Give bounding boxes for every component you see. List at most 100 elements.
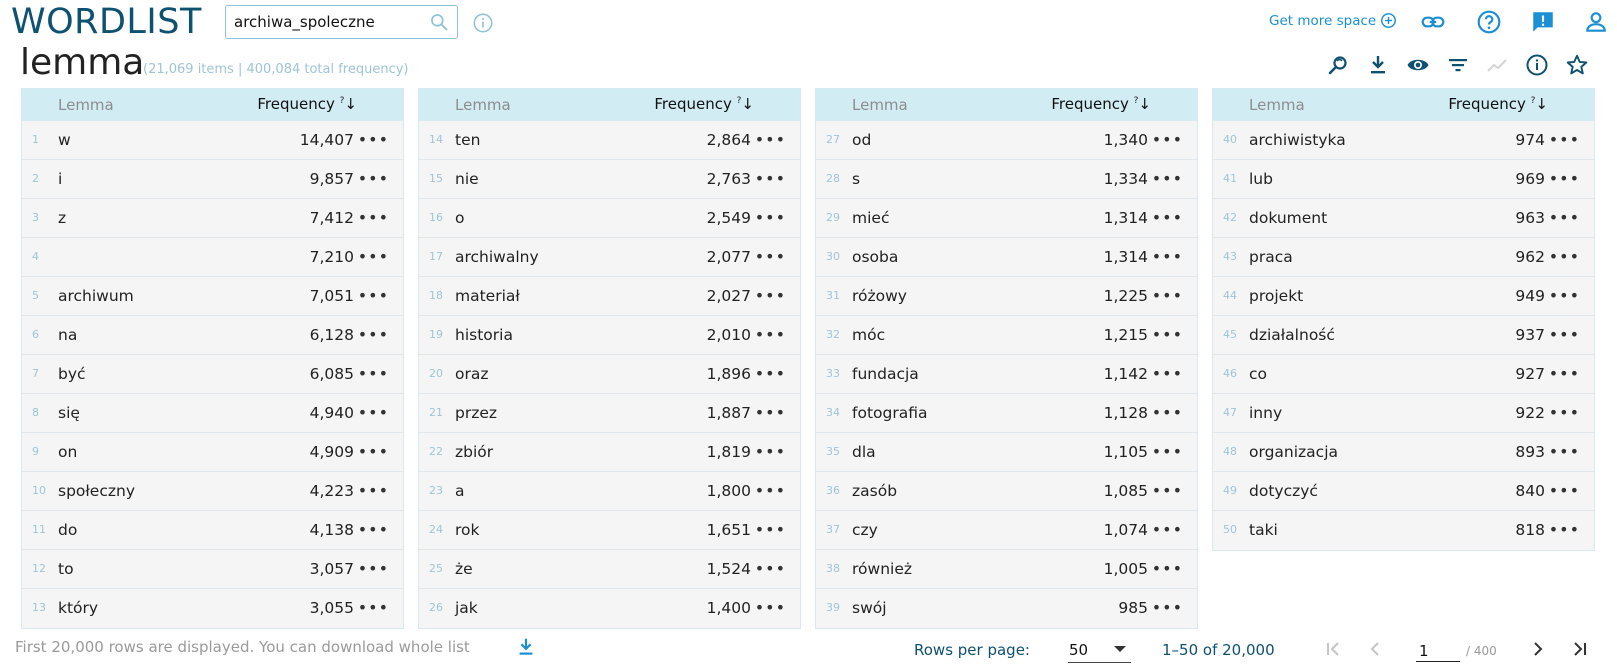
lemma-header[interactable]: Lemma xyxy=(852,96,908,114)
search-box[interactable]: archiwa_spoleczne xyxy=(225,5,458,39)
more-options-icon[interactable]: ••• xyxy=(755,481,786,500)
table-row[interactable]: 27 od 1,340 ••• xyxy=(816,121,1197,160)
lemma-cell[interactable]: z xyxy=(58,209,66,227)
lemma-cell[interactable]: swój xyxy=(852,599,887,617)
table-row[interactable]: 47 inny 922 ••• xyxy=(1213,394,1594,433)
table-row[interactable]: 42 dokument 963 ••• xyxy=(1213,199,1594,238)
table-row[interactable]: 30 osoba 1,314 ••• xyxy=(816,238,1197,277)
sort-desc-icon[interactable]: ↓ xyxy=(344,95,357,113)
more-options-icon[interactable]: ••• xyxy=(1152,403,1183,422)
lemma-cell[interactable]: to xyxy=(58,560,74,578)
lemma-cell[interactable]: inny xyxy=(1249,404,1282,422)
more-options-icon[interactable]: ••• xyxy=(1549,169,1580,188)
table-row[interactable]: 19 historia 2,010 ••• xyxy=(419,316,800,355)
table-row[interactable]: 24 rok 1,651 ••• xyxy=(419,511,800,550)
lemma-cell[interactable]: również xyxy=(852,560,912,578)
frequency-header[interactable]: Frequency ?↓ xyxy=(1448,95,1548,113)
table-row[interactable]: 4 7,210 ••• xyxy=(22,238,403,277)
sort-desc-icon[interactable]: ↓ xyxy=(1138,95,1151,113)
table-row[interactable]: 50 taki 818 ••• xyxy=(1213,511,1594,550)
more-options-icon[interactable]: ••• xyxy=(1549,325,1580,344)
more-options-icon[interactable]: ••• xyxy=(755,169,786,188)
lemma-cell[interactable]: od xyxy=(852,131,871,149)
lemma-cell[interactable]: ten xyxy=(455,131,480,149)
get-more-space-button[interactable]: Get more space xyxy=(1269,12,1397,29)
table-row[interactable]: 44 projekt 949 ••• xyxy=(1213,277,1594,316)
more-options-icon[interactable]: ••• xyxy=(358,481,389,500)
table-row[interactable]: 28 s 1,334 ••• xyxy=(816,160,1197,199)
lemma-cell[interactable]: archiwalny xyxy=(455,248,539,266)
more-options-icon[interactable]: ••• xyxy=(1549,481,1580,500)
table-row[interactable]: 15 nie 2,763 ••• xyxy=(419,160,800,199)
lemma-cell[interactable]: a xyxy=(455,482,465,500)
table-row[interactable]: 35 dla 1,105 ••• xyxy=(816,433,1197,472)
lemma-cell[interactable]: przez xyxy=(455,404,497,422)
more-options-icon[interactable]: ••• xyxy=(358,559,389,578)
table-row[interactable]: 49 dotyczyć 840 ••• xyxy=(1213,472,1594,511)
lemma-cell[interactable]: dotyczyć xyxy=(1249,482,1318,500)
lemma-header[interactable]: Lemma xyxy=(1249,96,1305,114)
more-options-icon[interactable]: ••• xyxy=(1549,286,1580,305)
more-options-icon[interactable]: ••• xyxy=(358,208,389,227)
star-icon[interactable] xyxy=(1565,53,1589,77)
table-row[interactable]: 46 co 927 ••• xyxy=(1213,355,1594,394)
table-row[interactable]: 34 fotografia 1,128 ••• xyxy=(816,394,1197,433)
more-options-icon[interactable]: ••• xyxy=(1152,520,1183,539)
more-options-icon[interactable]: ••• xyxy=(358,403,389,422)
more-options-icon[interactable]: ••• xyxy=(358,286,389,305)
lemma-cell[interactable]: dokument xyxy=(1249,209,1327,227)
lemma-cell[interactable]: który xyxy=(58,599,98,617)
table-row[interactable]: 25 że 1,524 ••• xyxy=(419,550,800,589)
eye-icon[interactable] xyxy=(1406,53,1430,77)
lemma-cell[interactable]: praca xyxy=(1249,248,1293,266)
table-row[interactable]: 11 do 4,138 ••• xyxy=(22,511,403,550)
last-page-icon[interactable] xyxy=(1568,637,1592,661)
more-options-icon[interactable]: ••• xyxy=(755,559,786,578)
info-outline-icon[interactable] xyxy=(1525,53,1549,77)
more-options-icon[interactable]: ••• xyxy=(358,247,389,266)
lemma-cell[interactable]: zbiór xyxy=(455,443,493,461)
more-options-icon[interactable]: ••• xyxy=(755,325,786,344)
app-logo[interactable]: WORDLIST xyxy=(11,2,202,42)
table-row[interactable]: 12 to 3,057 ••• xyxy=(22,550,403,589)
lemma-cell[interactable]: lub xyxy=(1249,170,1273,188)
more-options-icon[interactable]: ••• xyxy=(1152,325,1183,344)
search-input[interactable]: archiwa_spoleczne xyxy=(234,13,375,31)
table-row[interactable]: 29 mieć 1,314 ••• xyxy=(816,199,1197,238)
more-options-icon[interactable]: ••• xyxy=(1549,208,1580,227)
table-row[interactable]: 20 oraz 1,896 ••• xyxy=(419,355,800,394)
lemma-cell[interactable]: archiwistyka xyxy=(1249,131,1346,149)
more-options-icon[interactable]: ••• xyxy=(1152,559,1183,578)
table-row[interactable]: 5 archiwum 7,051 ••• xyxy=(22,277,403,316)
filter-icon[interactable] xyxy=(1446,53,1470,77)
table-row[interactable]: 13 który 3,055 ••• xyxy=(22,589,403,628)
lemma-header[interactable]: Lemma xyxy=(58,96,114,114)
lemma-cell[interactable]: nie xyxy=(455,170,479,188)
sort-desc-icon[interactable]: ↓ xyxy=(1535,95,1548,113)
help-icon[interactable] xyxy=(1476,9,1502,35)
lemma-cell[interactable]: materiał xyxy=(455,287,520,305)
lemma-cell[interactable]: projekt xyxy=(1249,287,1303,305)
more-options-icon[interactable]: ••• xyxy=(755,403,786,422)
table-row[interactable]: 36 zasób 1,085 ••• xyxy=(816,472,1197,511)
more-options-icon[interactable]: ••• xyxy=(358,169,389,188)
lemma-cell[interactable]: do xyxy=(58,521,77,539)
table-row[interactable]: 16 o 2,549 ••• xyxy=(419,199,800,238)
more-options-icon[interactable]: ••• xyxy=(755,598,786,617)
lemma-cell[interactable]: działalność xyxy=(1249,326,1335,344)
lemma-cell[interactable]: jak xyxy=(455,599,478,617)
table-row[interactable]: 43 praca 962 ••• xyxy=(1213,238,1594,277)
search-replace-icon[interactable] xyxy=(1327,53,1351,77)
more-options-icon[interactable]: ••• xyxy=(358,598,389,617)
table-row[interactable]: 48 organizacja 893 ••• xyxy=(1213,433,1594,472)
more-options-icon[interactable]: ••• xyxy=(1549,520,1580,539)
lemma-cell[interactable]: oraz xyxy=(455,365,489,383)
page-input[interactable]: 1 xyxy=(1416,638,1460,662)
more-options-icon[interactable]: ••• xyxy=(1152,208,1183,227)
prev-page-icon[interactable] xyxy=(1363,637,1387,661)
table-row[interactable]: 10 społeczny 4,223 ••• xyxy=(22,472,403,511)
user-icon[interactable] xyxy=(1583,9,1609,35)
lemma-cell[interactable]: s xyxy=(852,170,860,188)
feedback-icon[interactable] xyxy=(1530,9,1556,35)
lemma-cell[interactable]: czy xyxy=(852,521,878,539)
